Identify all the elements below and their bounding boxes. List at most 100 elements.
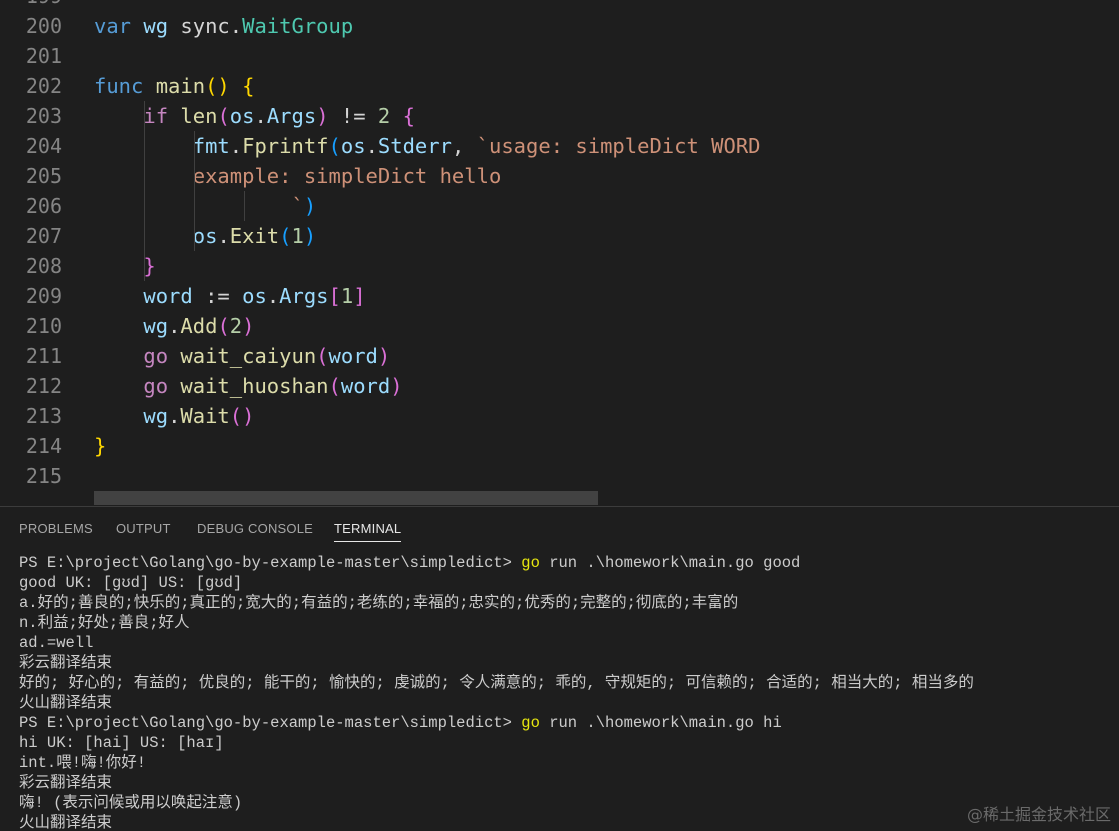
code-line: 204 fmt.Fprintf(os.Stderr, `usage: simpl… bbox=[0, 131, 1119, 161]
code-line: 202 func main() { bbox=[0, 71, 1119, 101]
line-number: 207 bbox=[25, 224, 62, 248]
code-text: word := os.Args[1] bbox=[94, 281, 366, 311]
code-token: { bbox=[242, 74, 255, 98]
code-line: 207 os.Exit(1) bbox=[0, 221, 1119, 251]
code-token: 1 bbox=[340, 284, 354, 308]
terminal-line: 火山翻译结束 bbox=[19, 814, 113, 831]
code-token: Fprintf bbox=[242, 134, 329, 158]
code-line: 211 go wait_caiyun(word) bbox=[0, 341, 1119, 371]
code-token: ) bbox=[242, 314, 255, 338]
code-line: 213 wg.Wait() bbox=[0, 401, 1119, 431]
terminal-command: go bbox=[521, 714, 540, 732]
code-text: var wg sync.WaitGroup bbox=[94, 11, 353, 41]
code-text: os.Exit(1) bbox=[94, 221, 316, 251]
terminal-command: go bbox=[521, 554, 540, 572]
line-number: 208 bbox=[25, 254, 62, 278]
code-token: } bbox=[94, 434, 107, 458]
code-token: 2 bbox=[377, 104, 391, 128]
code-line: 199 bbox=[0, 0, 1119, 11]
code-text: `) bbox=[94, 191, 316, 221]
code-token: word bbox=[340, 374, 391, 398]
code-text: wg.Wait() bbox=[94, 401, 254, 431]
indent-guide bbox=[244, 191, 245, 221]
code-token: sync. bbox=[168, 14, 243, 38]
tab-terminal[interactable]: TERMINAL bbox=[334, 521, 401, 536]
terminal-line: 好的; 好心的; 有益的; 优良的; 能干的; 愉快的; 虔诚的; 令人满意的;… bbox=[19, 674, 974, 692]
code-token: fmt bbox=[192, 134, 230, 158]
indent-guide bbox=[194, 131, 195, 251]
terminal-prompt: PS E:\project\Golang\go-by-example-maste… bbox=[19, 554, 522, 572]
terminal-command-args: run .\homework\main.go good bbox=[539, 554, 801, 572]
code-token: os bbox=[242, 284, 267, 308]
code-token: word bbox=[143, 284, 193, 308]
code-text: wg.Add(2) bbox=[94, 311, 254, 341]
line-number: 211 bbox=[25, 344, 62, 368]
line-number: 215 bbox=[25, 464, 62, 488]
line-number: 209 bbox=[25, 284, 62, 308]
line-number: 200 bbox=[25, 14, 62, 38]
terminal-line: a.好的;善良的;快乐的;真正的;宽大的;有益的;老练的;幸福的;忠实的;优秀的… bbox=[19, 594, 739, 612]
horizontal-scrollbar[interactable] bbox=[94, 491, 598, 505]
code-token: . bbox=[229, 134, 243, 158]
code-token: [ bbox=[328, 284, 341, 308]
code-token: . bbox=[217, 224, 230, 248]
code-token: Args bbox=[266, 104, 317, 128]
code-token: ) bbox=[377, 344, 391, 368]
code-text: go wait_caiyun(word) bbox=[94, 341, 390, 371]
code-line: 201 bbox=[0, 41, 1119, 71]
terminal-line: ad.=well bbox=[19, 634, 94, 652]
code-line: 215 bbox=[0, 461, 1119, 491]
code-line: 214} bbox=[0, 431, 1119, 461]
code-line: 209 word := os.Args[1] bbox=[0, 281, 1119, 311]
code-text: example: simpleDict hello bbox=[94, 161, 502, 191]
code-text: go wait_huoshan(word) bbox=[94, 371, 402, 401]
terminal-line: 彩云翻译结束 bbox=[19, 654, 113, 672]
code-token: WaitGroup bbox=[242, 14, 354, 38]
code-line: 212 go wait_huoshan(word) bbox=[0, 371, 1119, 401]
terminal-output[interactable]: PS E:\project\Golang\go-by-example-maste… bbox=[19, 553, 974, 831]
code-token: go bbox=[143, 374, 169, 398]
code-token: ) bbox=[303, 194, 317, 218]
code-token: os bbox=[229, 104, 255, 128]
code-line: 208 } bbox=[0, 251, 1119, 281]
code-token: Exit bbox=[229, 224, 280, 248]
active-tab-indicator bbox=[334, 541, 401, 542]
code-editor[interactable]: 199 200 var wg sync.WaitGroup 201 202 func ma… bbox=[0, 0, 1119, 507]
code-token: 1 bbox=[291, 224, 304, 248]
tab-debug-console[interactable]: DEBUG CONSOLE bbox=[197, 521, 313, 536]
code-text: } bbox=[94, 251, 156, 281]
line-number: 205 bbox=[25, 164, 62, 188]
watermark: @稀土掘金技术社区 bbox=[966, 805, 1111, 824]
bottom-panel: PROBLEMS OUTPUT DEBUG CONSOLE TERMINAL P… bbox=[0, 507, 1119, 831]
code-text: func main() { bbox=[94, 71, 254, 101]
code-token: wg bbox=[143, 314, 169, 338]
indent-guide bbox=[144, 101, 145, 281]
tab-output[interactable]: OUTPUT bbox=[116, 521, 171, 536]
tab-problems[interactable]: PROBLEMS bbox=[19, 521, 93, 536]
terminal-line: 火山翻译结束 bbox=[19, 694, 113, 712]
code-token: . bbox=[168, 404, 181, 428]
code-line: 205 example: simpleDict hello bbox=[0, 161, 1119, 191]
code-token: . bbox=[266, 284, 280, 308]
line-number: 214 bbox=[25, 434, 62, 458]
code-line: 200 var wg sync.WaitGroup bbox=[0, 11, 1119, 41]
code-token: wait_huoshan bbox=[180, 374, 329, 398]
code-token: ] bbox=[353, 284, 366, 308]
line-number: 210 bbox=[25, 314, 62, 338]
terminal-command-args: run .\homework\main.go hi bbox=[539, 714, 782, 732]
terminal-line: 彩云翻译结束 bbox=[19, 774, 113, 792]
code-token: 2 bbox=[229, 314, 243, 338]
code-token: Stderr bbox=[377, 134, 452, 158]
code-token: . bbox=[365, 134, 378, 158]
code-token: } bbox=[143, 254, 156, 278]
